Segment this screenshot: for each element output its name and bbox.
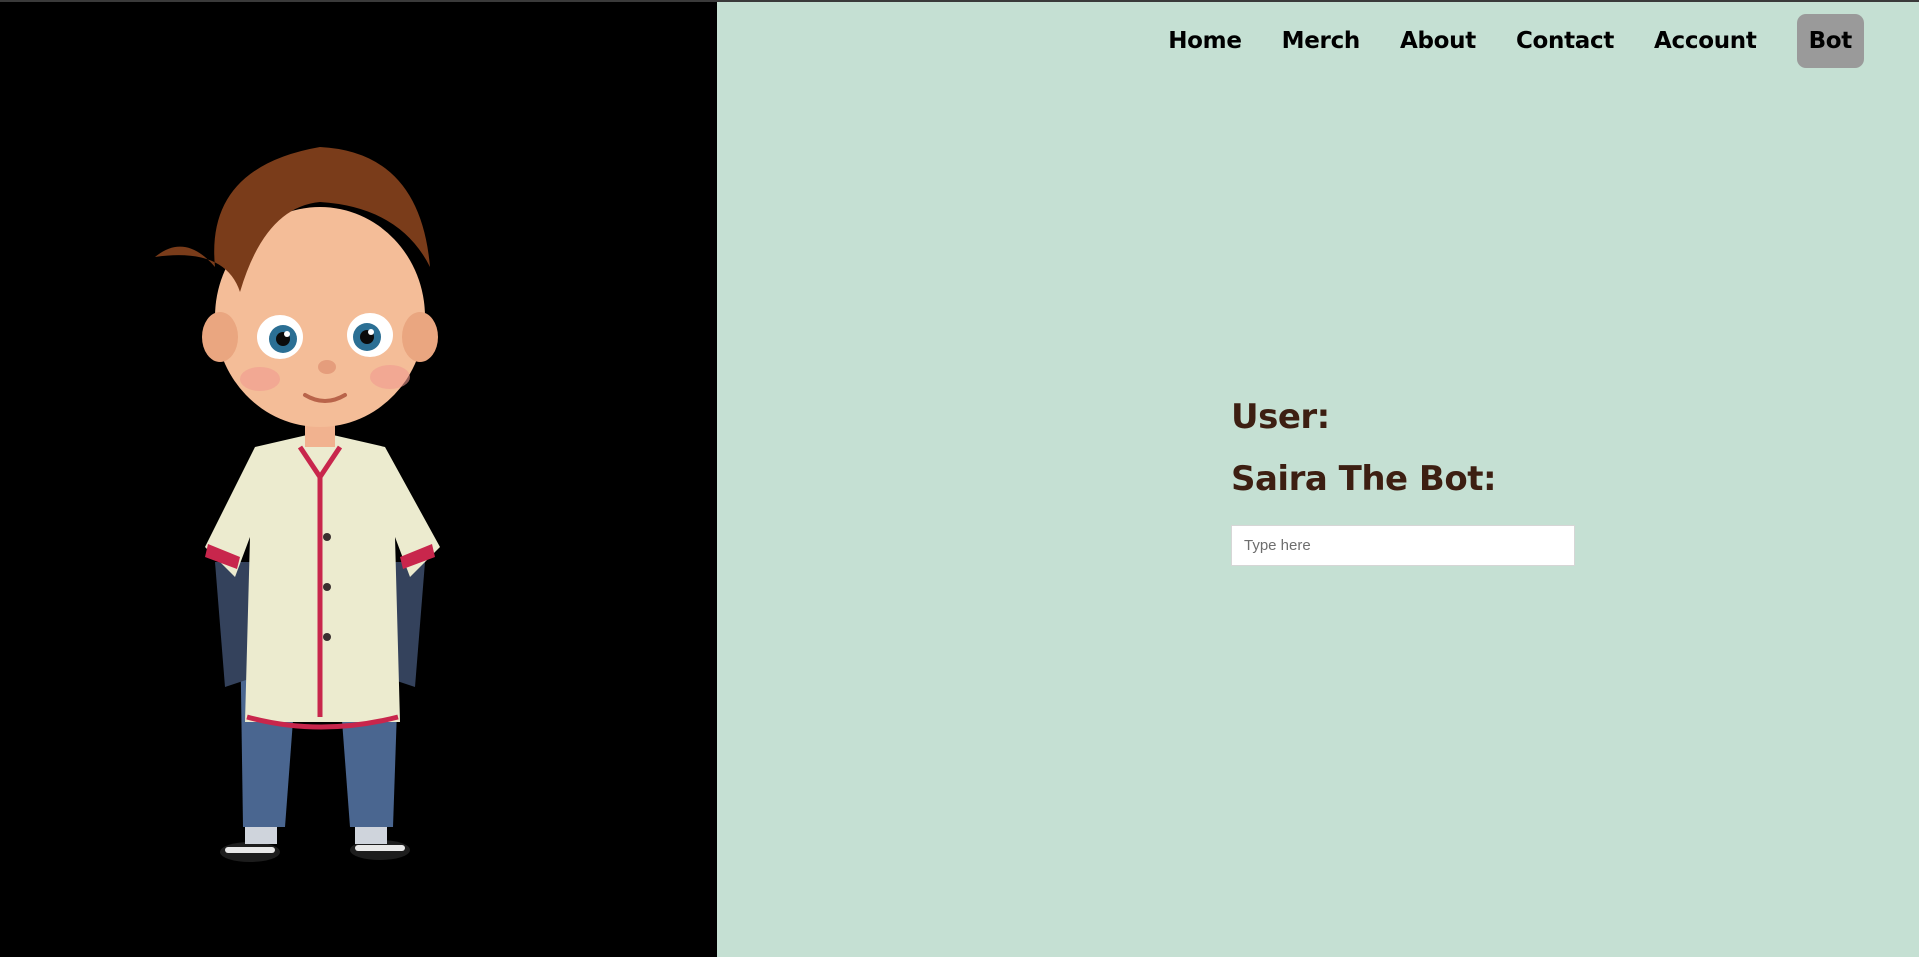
nav-merch[interactable]: Merch [1262, 14, 1380, 68]
bot-label: Saira The Bot: [1231, 459, 1497, 499]
nav-contact[interactable]: Contact [1496, 14, 1634, 68]
page: Home Merch About Contact Account Bot Use… [0, 0, 1919, 957]
main-content: Home Merch About Contact Account Bot Use… [717, 2, 1919, 957]
chat-input[interactable] [1231, 525, 1575, 566]
chat-panel: User: Saira The Bot: [1231, 397, 1575, 566]
nav-about[interactable]: About [1380, 14, 1496, 68]
top-nav: Home Merch About Contact Account Bot [1148, 14, 1864, 68]
hero-image-panel [0, 2, 717, 957]
nav-account[interactable]: Account [1634, 14, 1777, 68]
nav-home[interactable]: Home [1148, 14, 1261, 68]
user-label: User: [1231, 397, 1330, 437]
nav-bot[interactable]: Bot [1796, 14, 1864, 68]
cartoon-boy-illustration [155, 147, 440, 862]
